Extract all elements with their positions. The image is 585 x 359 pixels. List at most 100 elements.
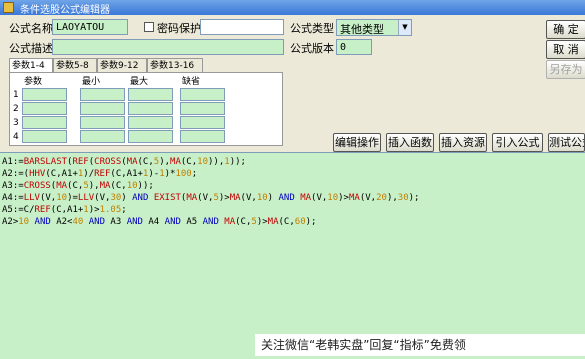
formula-line: A2>10 AND A2<40 AND A3 AND A4 AND A5 AND… — [2, 216, 583, 228]
param-3-min-input[interactable] — [80, 116, 125, 129]
window-title: 条件选股公式编辑器 — [20, 5, 110, 16]
ok-button[interactable]: 确 定 — [546, 20, 585, 39]
formula-desc-label: 公式描述 — [9, 42, 53, 55]
formula-token: A4 — [142, 217, 165, 227]
formula-token: 10 — [18, 217, 30, 227]
formula-token: MA — [348, 193, 360, 203]
param-4-max-input[interactable] — [128, 130, 173, 143]
formula-token: A2:=( — [2, 169, 30, 179]
formula-token: LLV — [77, 193, 95, 203]
test-formula-button[interactable]: 测试公式 — [548, 133, 585, 152]
formula-token: 20 — [376, 193, 387, 203]
formula-token: A5:=C/ — [2, 205, 35, 215]
formula-type-select[interactable]: 其他类型 ▼ — [336, 19, 412, 36]
formula-token: (V, — [197, 193, 214, 203]
formula-token: 10 — [256, 193, 268, 203]
save-as-button[interactable]: 另存为 — [546, 60, 585, 79]
formula-token: MA — [267, 217, 279, 227]
cancel-button[interactable]: 取 消 — [546, 40, 585, 59]
formula-name-label: 公式名称 — [9, 22, 53, 35]
formula-token: A2> — [2, 217, 19, 227]
formula-token: MA — [229, 193, 241, 203]
app-icon — [3, 2, 14, 13]
formula-token: (C,A1+ — [110, 169, 143, 179]
formula-token: (V, — [39, 193, 57, 203]
formula-line: A3:=CROSS(MA(C,5),MA(C,10)); — [2, 180, 583, 192]
formula-name-input[interactable]: LAOYATOU — [52, 19, 128, 35]
param-header-name: 参数 — [24, 77, 43, 87]
param-header-max: 最大 — [130, 77, 149, 87]
param-3-name-input[interactable] — [22, 116, 67, 129]
formula-token: (C, — [180, 157, 198, 167]
formula-token: (C, — [137, 157, 154, 167]
formula-token: MA — [224, 217, 236, 227]
formula-token: ), — [386, 193, 398, 203]
param-2-max-input[interactable] — [128, 102, 173, 115]
param-1-max-input[interactable] — [128, 88, 173, 101]
param-3-default-input[interactable] — [180, 116, 225, 129]
formula-token: A2< — [50, 217, 73, 227]
password-checkbox[interactable] — [144, 22, 154, 32]
formula-token: (C,A1+ — [50, 205, 84, 215]
formula-token: 40 — [72, 217, 84, 227]
formula-token: )> — [338, 193, 349, 203]
insert-resource-button[interactable]: 插入资源 — [439, 133, 487, 152]
formula-token: )* — [164, 169, 176, 179]
formula-token: ) — [267, 193, 279, 203]
formula-token: ), — [88, 181, 100, 191]
param-2-name-input[interactable] — [22, 102, 67, 115]
param-2-min-input[interactable] — [80, 102, 125, 115]
tab-params-13-16[interactable]: 参数13-16 — [147, 58, 203, 73]
formula-token: A3 — [105, 217, 127, 227]
formula-desc-input[interactable] — [52, 39, 284, 55]
formula-token: ) — [121, 193, 133, 203]
formula-token: 30 — [397, 193, 409, 203]
param-row-number: 1 — [13, 90, 19, 100]
import-formula-button[interactable]: 引入公式 — [492, 133, 543, 152]
formula-token: A4:= — [2, 193, 24, 203]
formula-token: REF — [94, 169, 111, 179]
param-2-default-input[interactable] — [180, 102, 225, 115]
param-grid: 参数 最小 最大 缺省 1 2 3 4 — [9, 72, 283, 146]
formula-token: ); — [408, 193, 420, 203]
formula-token: LLV — [23, 193, 40, 203]
param-4-name-input[interactable] — [22, 130, 67, 143]
formula-token: (V, — [240, 193, 257, 203]
formula-token: )- — [148, 169, 160, 179]
formula-version-label: 公式版本 — [290, 42, 334, 55]
formula-token: MA — [99, 181, 111, 191]
formula-token: )); — [229, 157, 246, 167]
formula-token: A3:= — [2, 181, 24, 191]
edit-operation-button[interactable]: 编辑操作 — [333, 133, 381, 152]
param-4-min-input[interactable] — [80, 130, 125, 143]
tab-params-5-8[interactable]: 参数5-8 — [53, 58, 97, 73]
insert-function-button[interactable]: 插入函数 — [386, 133, 434, 152]
param-1-name-input[interactable] — [22, 88, 67, 101]
param-row-number: 3 — [13, 118, 19, 128]
param-3-max-input[interactable] — [128, 116, 173, 129]
formula-version-input[interactable]: 0 — [336, 39, 372, 55]
formula-token: AND — [132, 193, 149, 203]
tab-params-9-12[interactable]: 参数9-12 — [97, 58, 147, 73]
formula-line: A2:=(HHV(C,A1+1)/REF(C,A1+1)-1)*100; — [2, 168, 583, 180]
formula-token: MA — [300, 193, 312, 203]
param-header-default: 缺省 — [182, 77, 201, 87]
formula-token: AND — [164, 217, 181, 227]
formula-token: ); — [305, 217, 317, 227]
formula-token: )> — [88, 205, 100, 215]
param-1-min-input[interactable] — [80, 88, 125, 101]
formula-token: HHV — [29, 169, 46, 179]
formula-editor[interactable]: A1:=BARSLAST(REF(CROSS(MA(C,5),MA(C,10))… — [0, 152, 585, 359]
param-4-default-input[interactable] — [180, 130, 225, 143]
formula-token: ; — [191, 169, 198, 179]
formula-token: )> — [218, 193, 230, 203]
title-bar: 条件选股公式编辑器 — [0, 0, 585, 16]
formula-token: EXIST — [153, 193, 181, 203]
formula-token: (V, — [94, 193, 111, 203]
formula-token: ), — [159, 157, 171, 167]
param-1-default-input[interactable] — [180, 88, 225, 101]
dropdown-arrow-icon: ▼ — [398, 20, 411, 35]
formula-token: 100 — [175, 169, 192, 179]
password-input[interactable] — [200, 19, 284, 35]
formula-token: MA — [126, 157, 138, 167]
